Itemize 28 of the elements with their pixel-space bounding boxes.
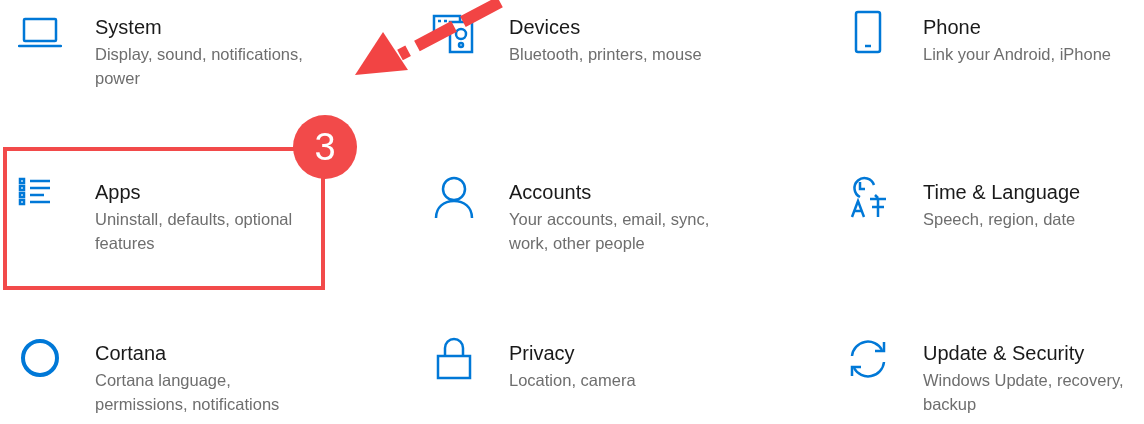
category-description: Uninstall, defaults, optional features [95, 209, 294, 254]
settings-tile[interactable]: Privacy Location, camera [417, 308, 739, 424]
circle-icon [18, 336, 62, 380]
step-number: 3 [293, 115, 357, 179]
category-description: Link your Android, iPhone [923, 44, 1112, 65]
category-description: Speech, region, date [923, 209, 1077, 230]
category-title: Devices [509, 15, 582, 40]
category-description: Your accounts, email, sync, work, other people [509, 209, 711, 254]
category-title: Time & Language [923, 180, 1081, 205]
settings-tile[interactable]: Cortana Cortana language, permissions, notifications [3, 308, 325, 424]
settings-tile[interactable]: Phone Link your Android, iPhone [831, 0, 1144, 129]
category-title: Apps [95, 180, 142, 205]
category-title: Update & Security [923, 341, 1086, 366]
settings-tile[interactable]: Devices Bluetooth, printers, mouse [417, 0, 739, 129]
category-description: Windows Update, recovery, backup [923, 370, 1125, 415]
category-title: Phone [923, 15, 982, 40]
category-description: Bluetooth, printers, mouse [509, 44, 702, 65]
settings-tile[interactable]: Accounts Your accounts, email, sync, work, other people [417, 147, 739, 290]
category-description: Location, camera [509, 370, 636, 391]
settings-tile[interactable]: Time & Language Speech, region, date [831, 147, 1144, 290]
person-icon [432, 175, 476, 219]
category-title: System [95, 15, 163, 40]
category-title: Accounts [509, 180, 593, 205]
category-description: Cortana language, permissions, notifications [95, 370, 281, 415]
category-title: Privacy [509, 341, 576, 366]
category-title: Cortana [95, 341, 168, 366]
category-description: Display, sound, notifications, power [95, 44, 304, 89]
settings-tile[interactable]: Update & Security Windows Update, recovery, backup [831, 308, 1144, 424]
